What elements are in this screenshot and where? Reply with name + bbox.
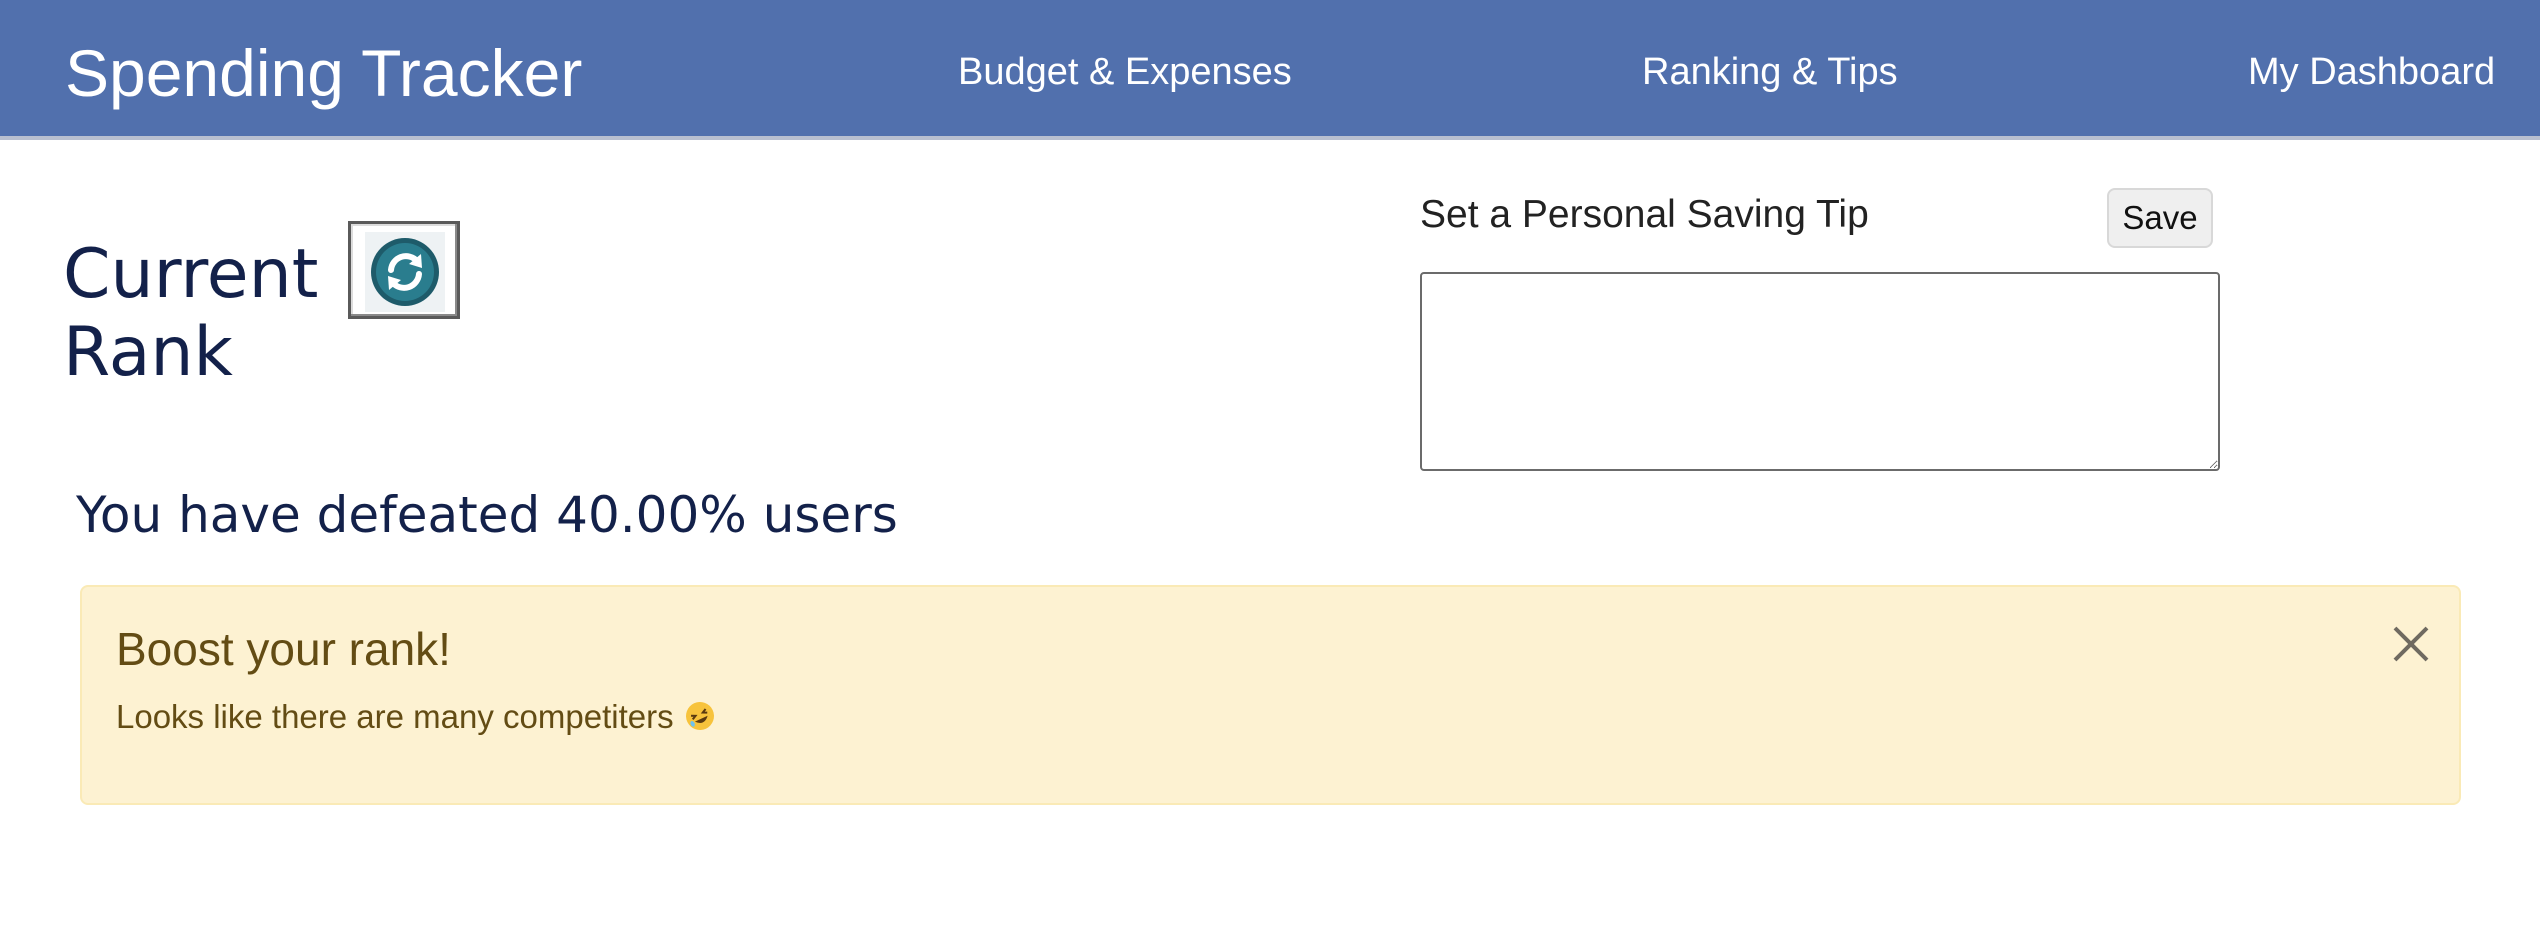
current-rank-heading: Current Rank xyxy=(63,235,319,392)
alert-heading: Boost your rank! xyxy=(116,623,451,675)
saving-tip-label: Set a Personal Saving Tip xyxy=(1420,193,1869,236)
save-button[interactable]: Save xyxy=(2107,188,2213,248)
close-icon[interactable] xyxy=(2389,622,2433,666)
alert-message-row: Looks like there are many competiters xyxy=(116,697,716,737)
rofl-emoji-icon xyxy=(684,700,716,732)
nav-link-ranking-tips[interactable]: Ranking & Tips xyxy=(1642,50,1898,94)
defeated-percentage-text: You have defeated 40.00% users xyxy=(76,486,898,544)
refresh-icon xyxy=(365,232,445,312)
brand-logo[interactable]: Spending Tracker xyxy=(65,34,582,112)
boost-rank-alert: Boost your rank! Looks like there are ma… xyxy=(80,585,2461,805)
alert-message: Looks like there are many competiters xyxy=(116,698,674,735)
refresh-rank-button[interactable] xyxy=(348,221,460,319)
saving-tip-textarea[interactable] xyxy=(1420,272,2220,471)
nav-link-budget-expenses[interactable]: Budget & Expenses xyxy=(958,50,1292,94)
top-navbar: Spending Tracker Budget & Expenses Ranki… xyxy=(0,0,2540,140)
nav-link-my-dashboard[interactable]: My Dashboard xyxy=(2248,50,2495,94)
